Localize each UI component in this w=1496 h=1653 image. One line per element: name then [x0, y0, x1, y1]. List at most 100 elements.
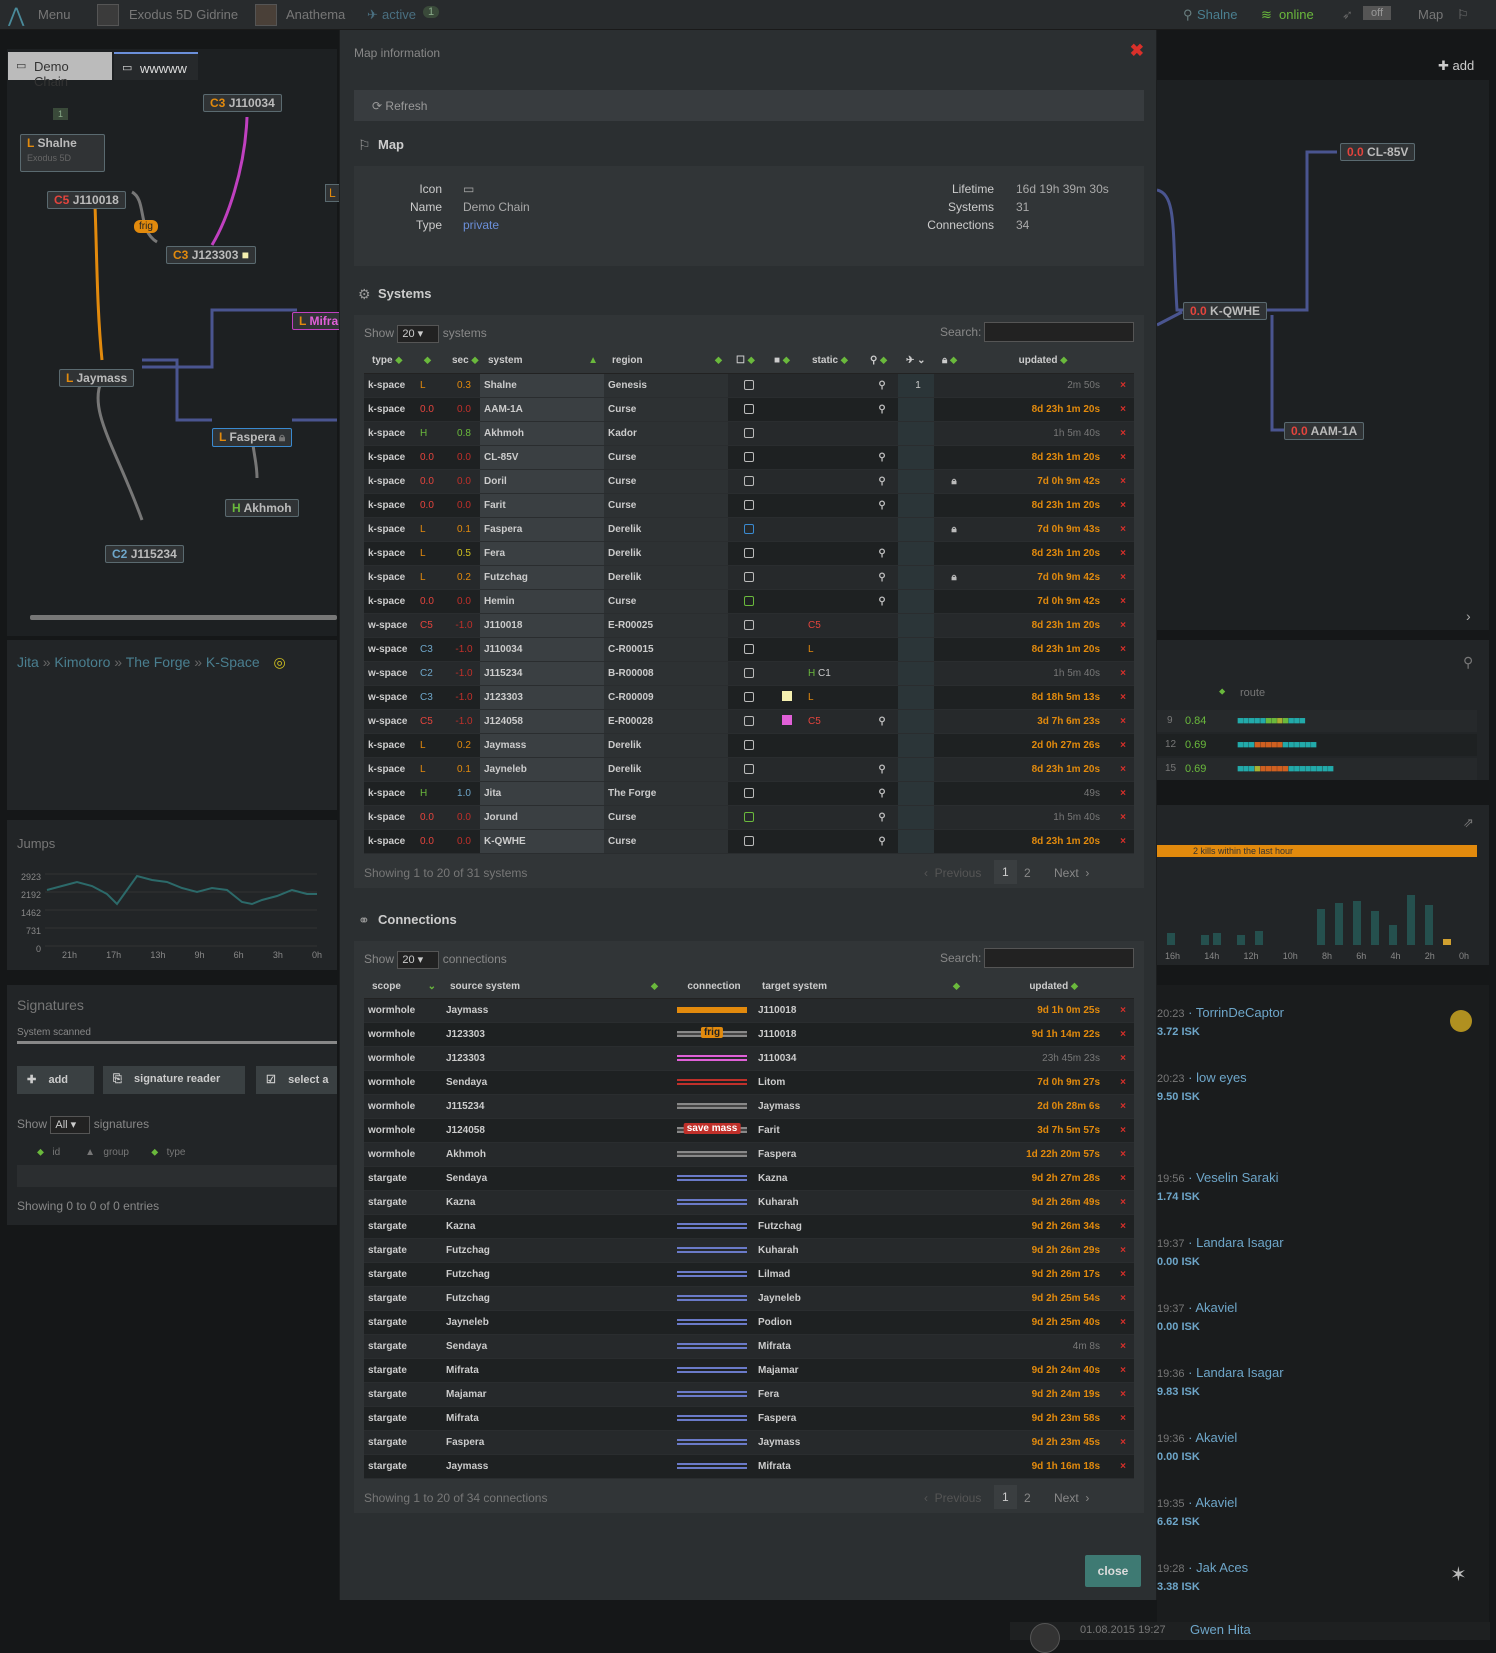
system-checkbox[interactable]	[744, 691, 754, 702]
kill-item[interactable]: 19:37 · Landara Isagar	[1157, 1235, 1284, 1250]
node-faspera[interactable]: L Faspera 🔒︎	[212, 428, 293, 447]
node-akhmoh[interactable]: H Akhmoh	[225, 499, 299, 517]
delete-icon[interactable]: ×	[1108, 1094, 1134, 1119]
kill-item[interactable]: 19:37 · Akaviel	[1157, 1300, 1237, 1315]
add-signature-button[interactable]: ✚ add	[17, 1066, 94, 1094]
node-jaymass[interactable]: L Jaymass	[59, 369, 135, 387]
col-updated[interactable]: updated ⬥	[970, 349, 1108, 374]
system-row[interactable]: k-space H 1.0 Jita The Forge ⚲ 49s ×	[364, 781, 1134, 806]
system-row[interactable]: k-space H 0.8 Akhmoh Kador 1h 5m 40s ×	[364, 421, 1134, 446]
system-row[interactable]: k-space 0.0 0.0 K-QWHE Curse ⚲ 8d 23h 1m 20s ×	[364, 829, 1134, 854]
delete-icon[interactable]: ×	[1108, 541, 1134, 566]
delete-icon[interactable]: ×	[1108, 1406, 1134, 1431]
system-checkbox[interactable]	[744, 523, 754, 534]
connection-row[interactable]: wormhole J115234 Jaymass 2d 0h 28m 6s ×	[364, 1094, 1134, 1119]
system-checkbox[interactable]	[744, 451, 754, 462]
delete-icon[interactable]: ×	[1108, 565, 1134, 590]
connections-search-input[interactable]	[984, 947, 1134, 968]
delete-icon[interactable]: ×	[1108, 1382, 1134, 1407]
system-row[interactable]: w-space C3 -1.0 J123303 C-R00009 L 8d 18h 5m 1…	[364, 685, 1134, 710]
delete-icon[interactable]: ×	[1108, 805, 1134, 830]
tab-demo-chain[interactable]: ▭ Demo Chain	[8, 52, 112, 89]
delete-icon[interactable]: ×	[1108, 469, 1134, 494]
node-k-qwhe[interactable]: 0.0 K-QWHE	[1183, 302, 1268, 320]
kill-item[interactable]: 19:36 · Landara Isagar	[1157, 1365, 1284, 1380]
system-row[interactable]: w-space C3 -1.0 J110034 C-R00015 L 8d 23h 1m 2…	[364, 637, 1134, 662]
delete-icon[interactable]: ×	[1108, 637, 1134, 662]
page-1-button[interactable]: 1	[994, 859, 1017, 884]
delete-icon[interactable]: ×	[1108, 1142, 1134, 1167]
delete-icon[interactable]: ×	[1108, 1286, 1134, 1311]
system-checkbox[interactable]	[744, 571, 754, 582]
delete-icon[interactable]: ×	[1108, 1238, 1134, 1263]
ship-avatar[interactable]	[255, 4, 277, 26]
tab-wwwww[interactable]: ▭ wwwww	[114, 52, 198, 80]
system-checkbox[interactable]	[744, 811, 754, 822]
delete-icon[interactable]: ×	[1108, 709, 1134, 734]
delete-icon[interactable]: ×	[1108, 613, 1134, 638]
page-2-button[interactable]: 2	[1024, 866, 1031, 880]
signature-reader-button[interactable]: ⎘ signature reader	[103, 1066, 245, 1094]
map-menu[interactable]: Map	[1418, 7, 1443, 22]
node-j115234[interactable]: C2 J115234	[105, 545, 184, 563]
system-checkbox[interactable]	[744, 475, 754, 486]
delete-icon[interactable]: ×	[1108, 1454, 1134, 1479]
system-checkbox[interactable]	[744, 595, 754, 606]
col-type[interactable]: type ⬥	[364, 349, 416, 374]
toggle-off[interactable]: off	[1363, 6, 1392, 20]
system-checkbox[interactable]	[744, 715, 754, 726]
map-scrollbar[interactable]	[30, 615, 337, 620]
system-row[interactable]: k-space L 0.3 Shalne Genesis ⚲ 1 2m 50s ×	[364, 373, 1134, 398]
kill-item[interactable]: 20:23 · low eyes	[1157, 1070, 1247, 1085]
system-row[interactable]: k-space 0.0 0.0 CL-85V Curse ⚲ 8d 23h 1m 20s ×	[364, 445, 1134, 470]
col-checkbox[interactable]: ☐ ⬥	[728, 349, 766, 374]
delete-icon[interactable]: ×	[1108, 781, 1134, 806]
delete-icon[interactable]: ×	[1108, 829, 1134, 854]
node-shalne[interactable]: L Shalne Exodus 5D	[20, 134, 105, 172]
system-checkbox[interactable]	[744, 499, 754, 510]
system-checkbox[interactable]	[744, 643, 754, 654]
connection-row[interactable]: stargate Futzchag Kuharah 9d 2h 26m 29s ×	[364, 1238, 1134, 1263]
col-target[interactable]: target system ⬥	[754, 974, 968, 999]
kill-item[interactable]: 19:56 · Veselin Saraki	[1157, 1170, 1278, 1185]
connection-row[interactable]: wormhole J123303 J110034 23h 45m 23s ×	[364, 1046, 1134, 1071]
page-2-button[interactable]: 2	[1024, 1491, 1031, 1505]
character-name[interactable]: Exodus 5D Gidrine	[129, 7, 238, 22]
delete-icon[interactable]: ×	[1108, 757, 1134, 782]
route-row[interactable]: 12 0.69 ■■■■■■■■■■■■■■	[1157, 734, 1477, 756]
node-stub[interactable]: L	[325, 184, 340, 202]
kill-item[interactable]: 20:23 · TorrinDeCaptor	[1157, 1005, 1284, 1020]
delete-icon[interactable]: ×	[1108, 1310, 1134, 1335]
col-scope[interactable]: scope ⌄	[364, 974, 442, 999]
system-row[interactable]: w-space C5 -1.0 J110018 E-R00025 C5 8d 23h 1m …	[364, 613, 1134, 638]
connection-row[interactable]: wormhole J123303 frig J110018 9d 1h 14m 22s ×	[364, 1022, 1134, 1047]
system-checkbox[interactable]	[744, 787, 754, 798]
system-checkbox[interactable]	[744, 739, 754, 750]
node-cl-85v[interactable]: 0.0 CL-85V	[1340, 143, 1416, 161]
delete-icon[interactable]: ×	[1108, 373, 1134, 398]
delete-icon[interactable]: ×	[1108, 493, 1134, 518]
refresh-button[interactable]: ⟳ Refresh	[354, 90, 1144, 121]
menu-button[interactable]: Menu	[38, 7, 71, 22]
node-aam-1a[interactable]: 0.0 AAM-1A	[1284, 422, 1365, 440]
external-link-icon[interactable]: ⇗	[1463, 815, 1474, 831]
delete-icon[interactable]: ×	[1108, 517, 1134, 542]
system-row[interactable]: k-space L 0.1 Jayneleb Derelik ⚲ 8d 23h 1m 20s…	[364, 757, 1134, 782]
delete-icon[interactable]: ×	[1108, 1118, 1134, 1143]
system-row[interactable]: k-space 0.0 0.0 Hemin Curse ⚲ 7d 0h 9m 42s ×	[364, 589, 1134, 614]
system-checkbox[interactable]	[744, 547, 754, 558]
delete-icon[interactable]: ×	[1108, 421, 1134, 446]
col-plane[interactable]: ✈ ⌄	[898, 349, 934, 374]
system-checkbox[interactable]	[744, 379, 754, 390]
connection-row[interactable]: stargate Mifrata Faspera 9d 2h 23m 58s ×	[364, 1406, 1134, 1431]
system-checkbox[interactable]	[744, 403, 754, 414]
system-checkbox[interactable]	[744, 835, 754, 846]
next-button[interactable]: Next ›	[1054, 1491, 1089, 1505]
node-mifra[interactable]: L Mifra	[292, 312, 346, 330]
delete-icon[interactable]: ×	[1108, 1334, 1134, 1359]
col-updated[interactable]: updated ⬥	[968, 974, 1108, 999]
system-row[interactable]: w-space C5 -1.0 J124058 E-R00028 C5 ⚲ 3d 7h 6m …	[364, 709, 1134, 734]
system-checkbox[interactable]	[744, 763, 754, 774]
system-row[interactable]: k-space L 0.2 Jaymass Derelik 2d 0h 27m 26s ×	[364, 733, 1134, 758]
kill-item[interactable]: 19:36 · Akaviel	[1157, 1430, 1237, 1445]
